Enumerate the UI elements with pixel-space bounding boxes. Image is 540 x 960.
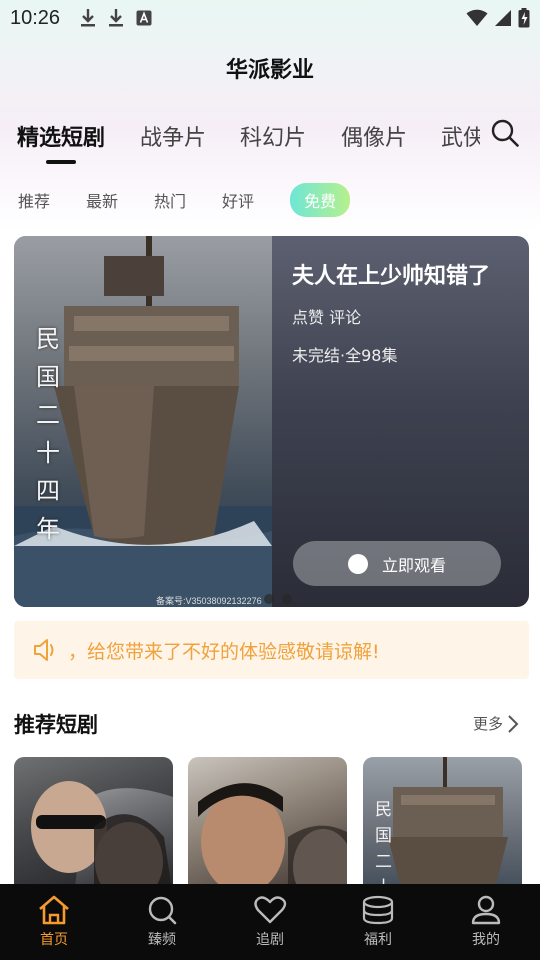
pager-dot[interactable]: [282, 594, 292, 604]
app-title: 华派影业: [225, 58, 314, 83]
more-link[interactable]: 更多: [473, 713, 519, 734]
pager-dot[interactable]: [264, 594, 274, 604]
tab-scifi[interactable]: 科幻片: [240, 120, 306, 152]
nav-discover[interactable]: 臻频: [108, 884, 216, 960]
search-icon: [491, 119, 519, 147]
drama-card[interactable]: [188, 757, 347, 897]
banner-episode-status: 未完结·全98集: [292, 346, 398, 365]
heart-icon: [254, 896, 287, 924]
filter-top-rated[interactable]: 好评: [222, 188, 254, 212]
card-poster-image: [198, 783, 347, 897]
card-poster-image: [14, 757, 173, 897]
notice-text: ，给您带来了不好的体验感敬请谅解!: [68, 640, 380, 663]
category-tabs: 精选短剧 战争片 科幻片 偶像片 武侠: [0, 114, 480, 164]
status-time: 10:26: [10, 6, 61, 29]
status-bar: 10:26: [0, 0, 540, 36]
speaker-icon: [34, 639, 54, 661]
watch-now-button[interactable]: 立即观看: [293, 541, 501, 586]
featured-banner[interactable]: 民国二十四年 备案号:V35038092132276 夫人在上少帅知错了 点赞 …: [14, 236, 529, 607]
section-title: 推荐短剧: [14, 713, 98, 737]
home-icon: [39, 895, 69, 925]
drama-card[interactable]: 民国二十: [363, 757, 522, 897]
banner-pager: [264, 594, 292, 604]
coins-icon: [362, 895, 394, 925]
nav-follow[interactable]: 追剧: [216, 884, 324, 960]
filter-hot[interactable]: 热门: [154, 188, 186, 212]
nav-rewards-label: 福利: [364, 932, 392, 948]
tab-idol[interactable]: 偶像片: [341, 120, 407, 152]
nav-home[interactable]: 首页: [0, 884, 108, 960]
signal-icon: [495, 10, 511, 26]
poster-registration: 备案号:V35038092132276: [156, 596, 262, 606]
nav-profile-label: 我的: [472, 932, 500, 948]
drama-card[interactable]: [14, 757, 173, 897]
banner-poster[interactable]: 民国二十四年 备案号:V35038092132276: [14, 236, 272, 607]
battery-charging-icon: [518, 8, 530, 28]
active-tab-indicator: [46, 160, 76, 164]
filter-latest[interactable]: 最新: [86, 188, 118, 212]
more-label: 更多: [473, 715, 504, 733]
font-icon: [136, 10, 152, 26]
nav-profile[interactable]: 我的: [432, 884, 540, 960]
nav-discover-label: 臻频: [148, 932, 176, 948]
tab-featured-shorts[interactable]: 精选短剧: [17, 120, 105, 152]
search-icon: [148, 896, 177, 925]
chevron-right-icon: [508, 714, 519, 733]
play-icon: [347, 553, 368, 574]
tab-war[interactable]: 战争片: [140, 120, 206, 152]
download-icon: [109, 9, 124, 27]
bottom-navigation: 首页 臻频 追剧 福利 我的: [0, 884, 540, 960]
poster-caption: 民国二十四年: [36, 325, 60, 543]
wifi-icon: [466, 9, 488, 26]
notice-bar: ，给您带来了不好的体验感敬请谅解!: [14, 621, 529, 679]
nav-home-label: 首页: [40, 932, 68, 948]
banner-actions[interactable]: 点赞 评论: [292, 304, 361, 328]
filter-recommended[interactable]: 推荐: [18, 188, 50, 212]
tab-martial-arts[interactable]: 武侠: [441, 120, 480, 152]
search-button[interactable]: [490, 118, 522, 150]
watch-now-label: 立即观看: [381, 555, 446, 575]
banner-title: 夫人在上少帅知错了: [292, 264, 491, 289]
notification-icons: [80, 8, 152, 28]
system-icons: [466, 8, 530, 28]
filter-free[interactable]: 免费: [290, 183, 351, 217]
nav-rewards[interactable]: 福利: [324, 884, 432, 960]
user-icon: [471, 895, 501, 925]
nav-follow-label: 追剧: [256, 932, 284, 948]
card-poster-caption: 民国二十: [375, 800, 392, 897]
filter-tabs: 推荐 最新 热门 好评 免费: [18, 183, 351, 217]
download-icon: [81, 9, 96, 27]
